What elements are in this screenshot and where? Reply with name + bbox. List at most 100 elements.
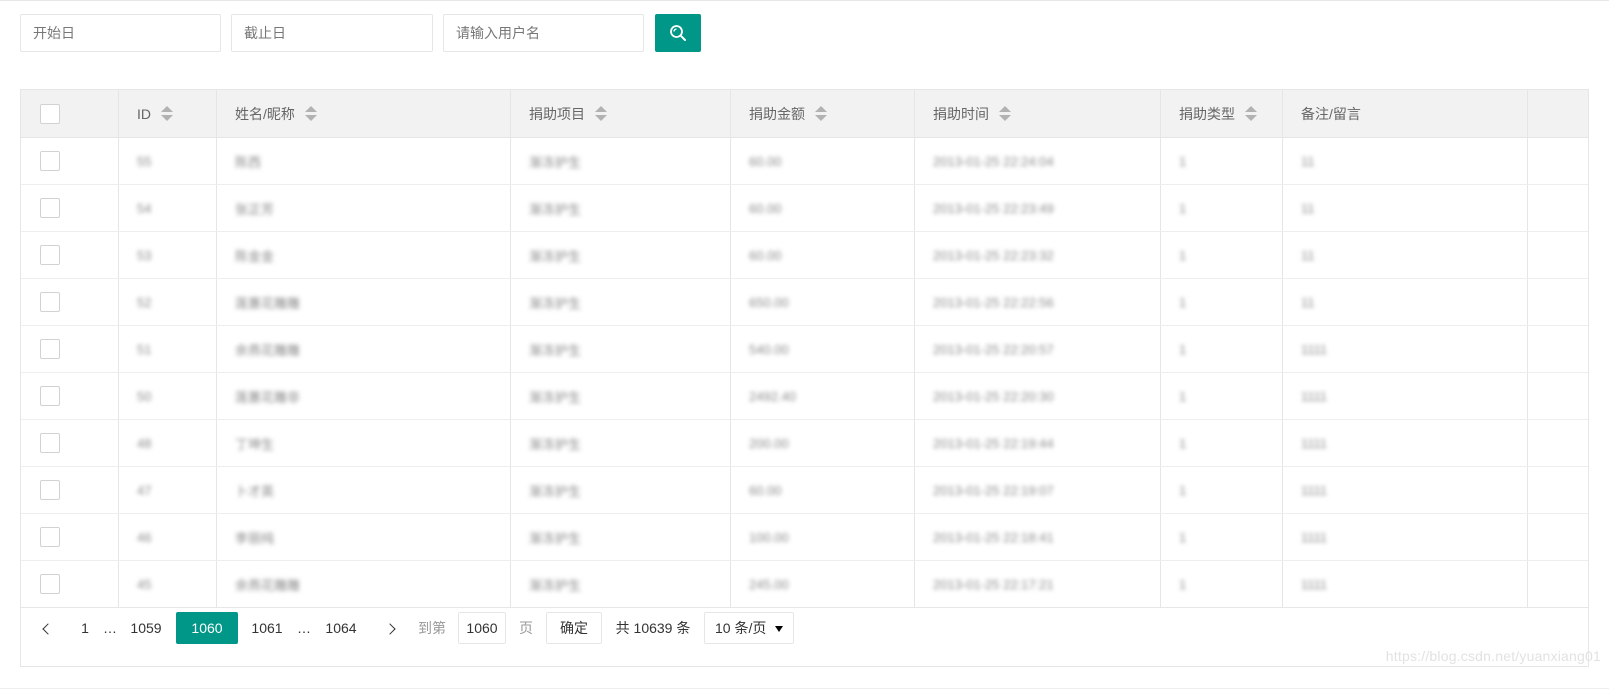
page-size-select[interactable]: 10 条/页 [704,612,794,644]
column-header-project[interactable]: 捐助项目 [511,90,731,137]
cell-note: 1111 [1283,420,1528,466]
cell-note: 1111 [1283,561,1528,607]
cell-amount-value: 2492.40 [749,388,796,404]
cell-amount: 540.00 [731,326,915,372]
table-row[interactable]: 50 莲蕙花雕非 渐冻护生 2492.40 2013-01-25 22:20:30 1 11… [21,373,1588,420]
cell-project: 渐冻护生 [511,185,731,231]
sort-icon[interactable] [815,105,827,123]
cell-note: 11 [1283,185,1528,231]
cell-time-value: 2013-01-25 22:19:44 [933,435,1054,451]
column-header-type[interactable]: 捐助类型 [1161,90,1283,137]
table-row[interactable]: 55 陈西 渐冻护生 60.00 2013-01-25 22:24:04 1 11 [21,138,1588,185]
select-all-checkbox[interactable] [40,103,60,124]
cell-amount: 100.00 [731,514,915,560]
cell-time: 2013-01-25 22:19:07 [915,467,1161,513]
row-select-cell [21,185,119,231]
cell-type: 1 [1161,373,1283,419]
table-row[interactable]: 54 张正芳 渐冻护生 60.00 2013-01-25 22:23:49 1 11 [21,185,1588,232]
header-select-all-cell [21,90,119,137]
page-button-last[interactable]: 1064 [319,612,363,644]
column-header-id[interactable]: ID [119,90,217,137]
cell-id-value: 52 [137,294,152,310]
row-select-cell [21,467,119,513]
cell-id-value: 50 [137,388,152,404]
cell-note-value: 1111 [1301,388,1328,404]
end-date-input[interactable] [231,14,433,52]
sort-icon[interactable] [1245,105,1257,123]
cell-type: 1 [1161,279,1283,325]
username-input[interactable] [443,14,644,52]
goto-page-input[interactable] [458,612,506,644]
row-checkbox[interactable] [40,198,60,218]
column-header-label: 捐助项目 [529,105,585,122]
row-checkbox[interactable] [40,151,60,171]
search-button[interactable] [655,14,701,52]
column-header-amount[interactable]: 捐助金额 [731,90,915,137]
goto-confirm-button[interactable]: 确定 [546,612,602,644]
pagination-ellipsis: … [103,620,117,636]
row-checkbox[interactable] [40,339,60,359]
next-page-button[interactable] [377,612,407,644]
cell-type: 1 [1161,232,1283,278]
cell-project: 渐冻护生 [511,373,731,419]
total-count: 共 10639 条 [615,620,691,636]
cell-time-value: 2013-01-25 22:19:07 [933,482,1054,498]
start-date-input[interactable] [20,14,221,52]
cell-project-value: 渐冻护生 [529,201,582,217]
row-select-cell [21,561,119,607]
column-header-name[interactable]: 姓名/昵称 [217,90,511,137]
sort-icon[interactable] [999,105,1011,123]
watermark: https://blog.csdn.net/yuanxiang01 [1385,648,1601,664]
cell-id-value: 55 [137,153,152,169]
table-row[interactable]: 48 丁坤生 渐冻护生 200.00 2013-01-25 22:19:44 1 1111 [21,420,1588,467]
row-checkbox[interactable] [40,292,60,312]
page-button[interactable]: 1059 [125,612,167,644]
column-header-time[interactable]: 捐助时间 [915,90,1161,137]
column-header-label: 备注/留言 [1301,105,1361,122]
table-row[interactable]: 52 莲蕙花雕雕 渐冻护生 650.00 2013-01-25 22:22:56 1 11 [21,279,1588,326]
cell-type-value: 1 [1179,576,1187,592]
cell-id: 53 [119,232,217,278]
page-button[interactable]: 1061 [247,612,287,644]
table-row[interactable]: 51 余燕花雕雕 渐冻护生 540.00 2013-01-25 22:20:57 1 111… [21,326,1588,373]
cell-note: 11 [1283,279,1528,325]
cell-time-value: 2013-01-25 22:22:56 [933,294,1054,310]
table-row[interactable]: 45 余燕花雕雕 渐冻护生 245.00 2013-01-25 22:17:21 1 111… [21,561,1588,608]
row-checkbox[interactable] [40,433,60,453]
row-checkbox[interactable] [40,480,60,500]
row-select-cell [21,514,119,560]
row-select-cell [21,232,119,278]
bottom-border [0,688,1609,689]
cell-note-value: 11 [1301,153,1315,169]
cell-id: 45 [119,561,217,607]
prev-page-button[interactable] [31,612,61,644]
table-body: 55 陈西 渐冻护生 60.00 2013-01-25 22:24:04 1 11 54 张正芳… [21,138,1588,608]
cell-time: 2013-01-25 22:23:32 [915,232,1161,278]
cell-project-value: 渐冻护生 [529,342,582,358]
cell-amount: 650.00 [731,279,915,325]
cell-name: 莲蕙花雕雕 [217,279,511,325]
sort-icon[interactable] [161,105,173,123]
sort-icon[interactable] [304,105,317,123]
cell-name: 陈西 [217,138,511,184]
cell-note: 11 [1283,232,1528,278]
cell-type: 1 [1161,138,1283,184]
sort-icon[interactable] [595,105,607,123]
page-button-current[interactable]: 1060 [176,612,238,644]
table-row[interactable]: 47 卜才英 渐冻护生 60.00 2013-01-25 22:19:07 1 1111 [21,467,1588,514]
row-checkbox[interactable] [40,386,60,406]
cell-project-value: 渐冻护生 [529,389,582,405]
cell-note: 1111 [1283,467,1528,513]
data-table: ID 姓名/昵称 捐助项目 捐助金额 捐助时间 捐助类型 备注/留言 55 陈西渐… [20,89,1589,667]
page-button-first[interactable]: 1 [73,612,97,644]
row-select-cell [21,373,119,419]
row-checkbox[interactable] [40,245,60,265]
cell-id-value: 51 [137,341,152,357]
cell-id: 50 [119,373,217,419]
cell-name-value: 李丽纯 [235,530,275,546]
cell-name: 余燕花雕雕 [217,326,511,372]
table-row[interactable]: 53 陈金金 渐冻护生 60.00 2013-01-25 22:23:32 1 11 [21,232,1588,279]
row-checkbox[interactable] [40,527,60,547]
row-checkbox[interactable] [40,574,60,594]
table-row[interactable]: 46 李丽纯 渐冻护生 100.00 2013-01-25 22:18:41 1 1111 [21,514,1588,561]
